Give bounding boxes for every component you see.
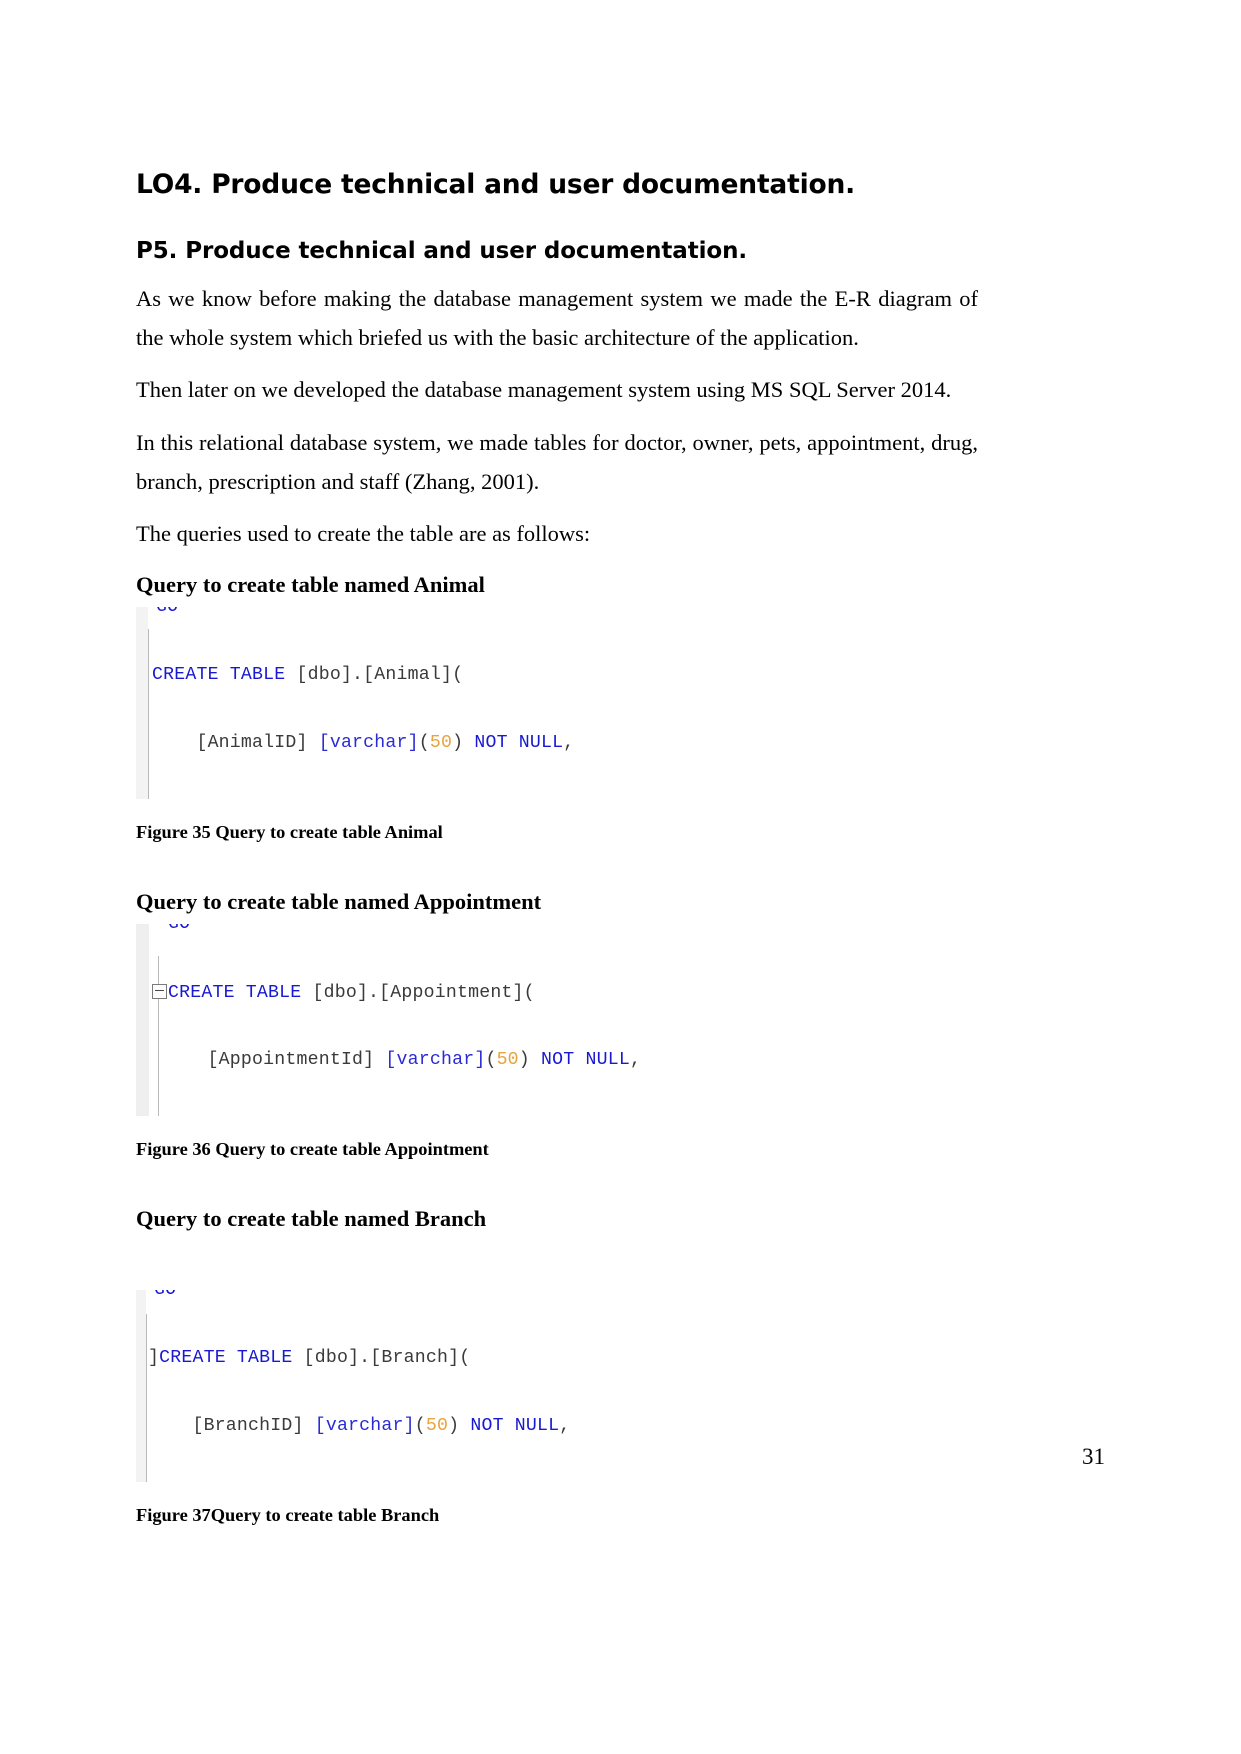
page-content: LO4. Produce technical and user document…	[136, 168, 978, 1528]
code-line-go: GO	[154, 1289, 177, 1300]
code-screenshot-animal: GO CREATE TABLE [dbo].[Animal]( [AnimalI…	[136, 607, 978, 800]
code-body: ]CREATE TABLE [dbo].[Branch]( [BranchID]…	[136, 1302, 978, 1482]
code-body: CREATE TABLE [dbo].[Animal]( [AnimalID] …	[136, 619, 978, 799]
query-heading-branch: Query to create table named Branch	[136, 1206, 487, 1232]
paragraph-1: As we know before making the database ma…	[136, 285, 978, 350]
paragraph-4: The queries used to create the table are…	[136, 521, 591, 547]
code-screenshot-appointment: GO CREATE TABLE [dbo].[Appointment]( [Ap…	[136, 924, 978, 1117]
page-title-lo4: LO4. Produce technical and user document…	[136, 169, 855, 200]
code-line: [BranchID] [varchar](50) NOT NULL,	[148, 1415, 571, 1436]
code-line: [AppointmentId] [varchar](50) NOT NULL,	[152, 1050, 642, 1071]
code-line-partial-top: GO	[136, 607, 978, 619]
code-line-go: GO	[168, 924, 191, 935]
section-heading-p5: P5. Produce technical and user documenta…	[136, 238, 747, 265]
figure-caption-36: Figure 36 Query to create table Appointm…	[136, 1139, 489, 1160]
code-body: CREATE TABLE [dbo].[Appointment]( [Appoi…	[136, 936, 978, 1116]
figure-caption-35: Figure 35 Query to create table Animal	[136, 822, 443, 843]
code-line: CREATE TABLE [dbo].[Animal](	[152, 665, 464, 686]
code-line: ]CREATE TABLE [dbo].[Branch](	[148, 1347, 471, 1368]
paragraph-3: In this relational database system, we m…	[136, 429, 978, 494]
page-number: 31	[1082, 1444, 1105, 1469]
query-heading-appointment: Query to create table named Appointment	[136, 889, 542, 915]
document-page: LO4. Produce technical and user document…	[0, 0, 1241, 1754]
code-line-partial-top: GO	[136, 1290, 978, 1302]
figure-caption-37: Figure 37Query to create table Branch	[136, 1504, 440, 1525]
code-fold-collapse-icon[interactable]	[152, 984, 167, 1000]
code-line-partial-top: GO	[136, 924, 978, 936]
code-line-go: GO	[156, 607, 179, 618]
code-line: CREATE TABLE [dbo].[Appointment](	[152, 982, 978, 1005]
paragraph-2: Then later on we developed the database …	[136, 377, 952, 403]
code-screenshot-branch: GO ]CREATE TABLE [dbo].[Branch]( [Branch…	[136, 1289, 978, 1482]
query-heading-animal: Query to create table named Animal	[136, 572, 485, 597]
code-line: [AnimalID] [varchar](50) NOT NULL,	[152, 733, 575, 754]
